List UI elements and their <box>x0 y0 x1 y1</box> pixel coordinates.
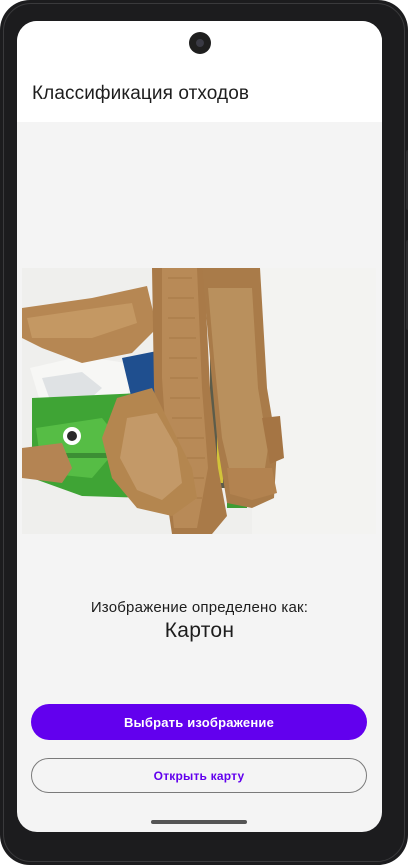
app-title: Классификация отходов <box>32 83 250 104</box>
home-indicator[interactable] <box>151 820 247 824</box>
front-camera <box>189 32 211 54</box>
phone-frame: Классификация отходов Изображение опреде… <box>0 0 408 865</box>
open-map-button[interactable]: Открыть карту <box>31 758 367 793</box>
result-label: Изображение определено как: <box>90 599 309 616</box>
classified-image <box>22 268 376 534</box>
select-image-button[interactable]: Выбрать изображение <box>31 704 367 740</box>
cardboard-waste-photo <box>22 268 376 534</box>
app-bar: Классификация отходов <box>17 21 382 122</box>
result-value: Картон <box>164 619 235 642</box>
app-screen: Классификация отходов Изображение опреде… <box>17 21 382 832</box>
